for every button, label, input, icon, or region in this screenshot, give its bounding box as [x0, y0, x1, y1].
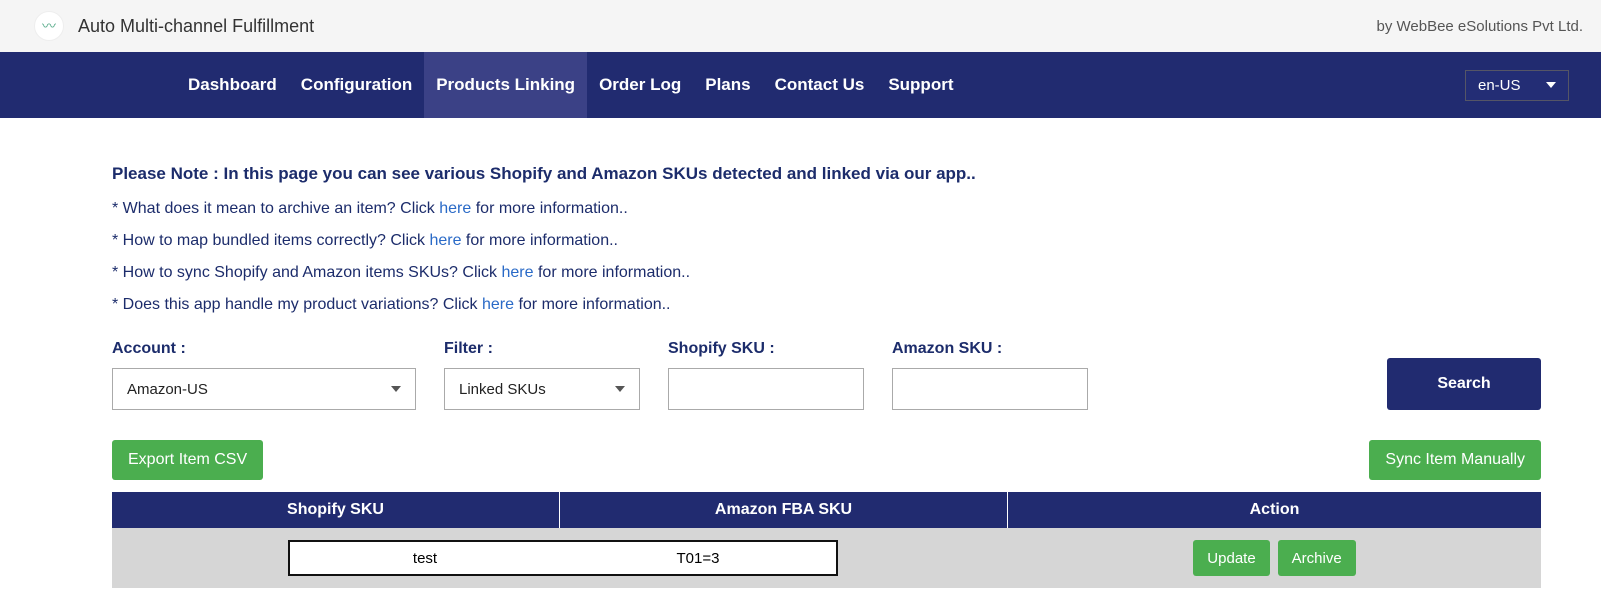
nav-contact-us[interactable]: Contact Us [763, 52, 877, 118]
chevron-down-icon [1546, 82, 1556, 88]
cell-shopify [112, 540, 560, 576]
note-line: * Does this app handle my product variat… [112, 296, 1541, 314]
note-line: * How to map bundled items correctly? Cl… [112, 232, 1541, 250]
amazon-sku-cell-input[interactable] [560, 540, 838, 576]
language-select[interactable]: en-US [1465, 70, 1569, 101]
archive-button[interactable]: Archive [1278, 540, 1356, 576]
header-left: 〰 Auto Multi-channel Fulfillment [34, 11, 314, 41]
table-header: Shopify SKU Amazon FBA SKU Action [112, 492, 1541, 528]
vendor-label: by WebBee eSolutions Pvt Ltd. [1376, 18, 1583, 35]
filter-select[interactable]: Linked SKUs [444, 368, 640, 410]
shopify-sku-group: Shopify SKU : [668, 340, 864, 410]
table-row: Update Archive [112, 528, 1541, 588]
filter-group: Filter : Linked SKUs [444, 340, 640, 410]
th-amazon-sku: Amazon FBA SKU [560, 492, 1008, 528]
cell-amazon [560, 540, 1008, 576]
note-link-sync[interactable]: here [502, 264, 534, 281]
search-button[interactable]: Search [1387, 358, 1541, 410]
shopify-sku-input[interactable] [668, 368, 864, 410]
chevron-down-icon [391, 386, 401, 392]
amazon-sku-input[interactable] [892, 368, 1088, 410]
nav-plans[interactable]: Plans [693, 52, 762, 118]
amazon-sku-group: Amazon SKU : [892, 340, 1088, 410]
filter-value: Linked SKUs [459, 381, 546, 398]
note-link-archive[interactable]: here [439, 200, 471, 217]
nav-items: Dashboard Configuration Products Linking… [176, 52, 965, 118]
cell-action: Update Archive [1008, 540, 1541, 576]
amazon-sku-label: Amazon SKU : [892, 340, 1088, 358]
shopify-sku-cell-input[interactable] [288, 540, 560, 576]
note-link-variations[interactable]: here [482, 296, 514, 313]
main-nav: Dashboard Configuration Products Linking… [0, 52, 1601, 118]
action-row: Export Item CSV Sync Item Manually [112, 440, 1541, 480]
filter-label: Filter : [444, 340, 640, 358]
account-group: Account : Amazon-US [112, 340, 416, 410]
update-button[interactable]: Update [1193, 540, 1269, 576]
th-action: Action [1008, 492, 1541, 528]
export-csv-button[interactable]: Export Item CSV [112, 440, 263, 480]
app-logo-icon: 〰 [34, 11, 64, 41]
chevron-down-icon [615, 386, 625, 392]
top-header: 〰 Auto Multi-channel Fulfillment by WebB… [0, 0, 1601, 52]
nav-products-linking[interactable]: Products Linking [424, 52, 587, 118]
app-title: Auto Multi-channel Fulfillment [78, 16, 314, 37]
th-shopify-sku: Shopify SKU [112, 492, 560, 528]
note-line: * How to sync Shopify and Amazon items S… [112, 264, 1541, 282]
main-content: Please Note : In this page you can see v… [0, 118, 1601, 588]
nav-configuration[interactable]: Configuration [289, 52, 424, 118]
sku-table: Shopify SKU Amazon FBA SKU Action Update… [112, 492, 1541, 588]
filters-row: Account : Amazon-US Filter : Linked SKUs… [112, 340, 1541, 410]
nav-dashboard[interactable]: Dashboard [176, 52, 289, 118]
sync-manually-button[interactable]: Sync Item Manually [1369, 440, 1541, 480]
account-select[interactable]: Amazon-US [112, 368, 416, 410]
nav-support[interactable]: Support [876, 52, 965, 118]
note-heading: Please Note : In this page you can see v… [112, 164, 1541, 184]
language-value: en-US [1478, 77, 1521, 94]
shopify-sku-label: Shopify SKU : [668, 340, 864, 358]
nav-order-log[interactable]: Order Log [587, 52, 693, 118]
note-link-bundle[interactable]: here [429, 232, 461, 249]
note-line: * What does it mean to archive an item? … [112, 200, 1541, 218]
account-label: Account : [112, 340, 416, 358]
account-value: Amazon-US [127, 381, 208, 398]
